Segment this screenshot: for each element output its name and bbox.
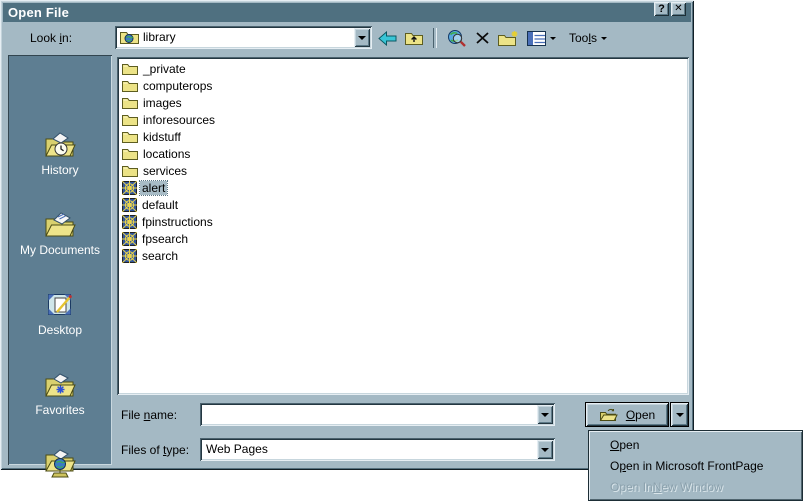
folder-icon <box>122 164 138 177</box>
web-page-icon <box>122 249 137 263</box>
close-icon: ✕ <box>674 4 682 14</box>
places-bar: History My Documents Desktop <box>8 55 112 465</box>
web-page-icon <box>122 181 137 195</box>
list-item-file[interactable]: fpinstructions <box>120 213 689 230</box>
chevron-down-icon <box>541 448 549 452</box>
list-item-folder[interactable]: inforesources <box>120 111 689 128</box>
list-item-file-selected[interactable]: alert <box>120 179 689 196</box>
new-folder-icon <box>497 30 520 47</box>
web-folder-icon <box>120 30 139 45</box>
open-button-label: Open <box>626 408 655 422</box>
sidebar-item-favorites[interactable]: Favorites <box>8 353 112 417</box>
up-folder-icon <box>404 30 424 46</box>
folder-icon <box>122 79 138 92</box>
list-item-folder[interactable]: kidstuff <box>120 128 689 145</box>
folder-icon <box>122 147 138 160</box>
tools-label: Tools <box>569 31 597 45</box>
search-web-icon <box>446 29 468 47</box>
sidebar-item-my-documents[interactable]: My Documents <box>8 193 112 257</box>
help-button[interactable]: ? <box>654 2 669 16</box>
open-file-dialog: Open File ? ✕ Look in: library <box>0 0 694 470</box>
menu-item-open-in-frontpage[interactable]: Open in Microsoft FrontPage <box>589 455 802 476</box>
file-name-combobox[interactable] <box>200 403 555 426</box>
back-button[interactable] <box>378 27 397 49</box>
toolbar-separator <box>433 28 437 48</box>
my-documents-icon <box>42 211 78 240</box>
folder-icon <box>122 62 138 75</box>
delete-x-icon <box>475 31 490 45</box>
list-item-file[interactable]: default <box>120 196 689 213</box>
titlebar[interactable]: Open File <box>3 3 691 22</box>
tools-menu-button[interactable]: Tools <box>569 27 607 49</box>
chevron-down-icon <box>550 37 556 40</box>
look-in-label: Look in: <box>30 31 72 45</box>
sidebar-item-web-folders[interactable]: Web Folders <box>8 433 112 497</box>
look-in-dropdown-button[interactable] <box>354 28 370 47</box>
look-in-combobox[interactable]: library <box>115 26 372 49</box>
files-of-type-combobox[interactable]: Web Pages <box>200 438 555 461</box>
list-item-file[interactable]: fpsearch <box>120 230 689 247</box>
chevron-down-icon <box>358 36 366 40</box>
delete-button[interactable] <box>475 27 490 49</box>
up-one-level-button[interactable] <box>404 27 424 49</box>
list-item-folder[interactable]: services <box>120 162 689 179</box>
chevron-down-icon <box>676 413 684 417</box>
open-dropdown-menu: Open Open in Microsoft FrontPage Open In… <box>588 430 803 501</box>
files-of-type-label: Files of type: <box>121 443 189 457</box>
file-list: _private computerops images inforesource… <box>117 57 689 395</box>
file-name-label: File name: <box>121 408 177 422</box>
history-icon <box>42 131 78 160</box>
look-in-value: library <box>143 30 350 44</box>
menu-item-open-in-new-window[interactable]: Open In New Window <box>589 476 802 497</box>
sidebar-item-desktop[interactable]: Desktop <box>8 273 112 337</box>
desktop-icon <box>43 290 77 320</box>
open-folder-icon <box>599 408 618 422</box>
folder-icon <box>122 96 138 109</box>
web-page-icon <box>122 232 137 246</box>
file-name-dropdown-button[interactable] <box>537 405 553 424</box>
list-item-file[interactable]: search <box>120 247 689 264</box>
help-icon: ? <box>658 4 665 15</box>
open-button[interactable]: Open <box>585 402 669 427</box>
folder-icon <box>122 130 138 143</box>
favorites-icon <box>42 371 78 400</box>
create-new-folder-button[interactable] <box>497 27 520 49</box>
web-page-icon <box>122 198 137 212</box>
list-item-folder[interactable]: _private <box>120 60 689 77</box>
web-folders-icon <box>42 449 78 480</box>
back-arrow-icon <box>378 31 397 46</box>
close-button[interactable]: ✕ <box>671 2 686 16</box>
search-the-web-button[interactable] <box>446 27 468 49</box>
list-item-folder[interactable]: locations <box>120 145 689 162</box>
open-button-dropdown[interactable] <box>670 402 689 427</box>
dialog-toolbar: Tools <box>378 27 607 49</box>
files-of-type-value: Web Pages <box>206 442 533 456</box>
list-item-folder[interactable]: images <box>120 94 689 111</box>
window-title: Open File <box>8 5 69 20</box>
views-button[interactable] <box>527 27 556 49</box>
chevron-down-icon <box>601 37 607 40</box>
folder-icon <box>122 113 138 126</box>
views-icon <box>527 31 546 46</box>
chevron-down-icon <box>541 413 549 417</box>
files-of-type-dropdown-button[interactable] <box>537 440 553 459</box>
menu-item-open[interactable]: Open <box>589 434 802 455</box>
web-page-icon <box>122 215 137 229</box>
list-item-folder[interactable]: computerops <box>120 77 689 94</box>
sidebar-item-history[interactable]: History <box>8 113 112 177</box>
